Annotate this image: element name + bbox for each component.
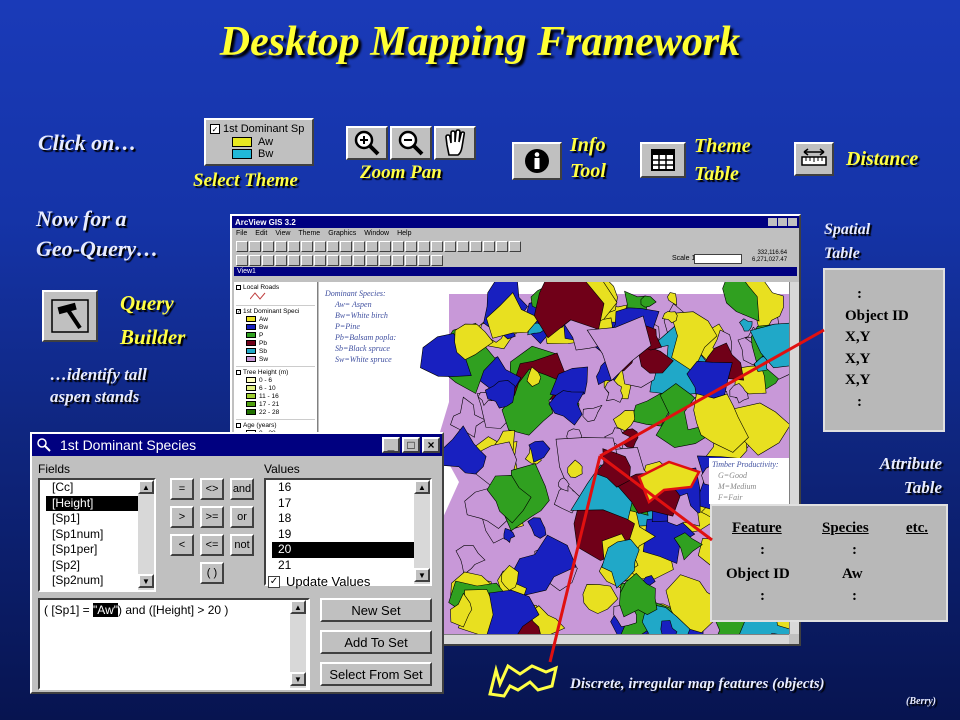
spatial-connector-line [599,328,825,458]
discrete-features-caption: Discrete, irregular map features (object… [570,676,825,692]
author-credit: (Berry) [906,696,936,707]
attribute-connector-line [599,454,713,542]
irregular-feature-icon [488,663,559,698]
feature-connector-line [548,455,602,663]
connector-lines [548,328,825,663]
